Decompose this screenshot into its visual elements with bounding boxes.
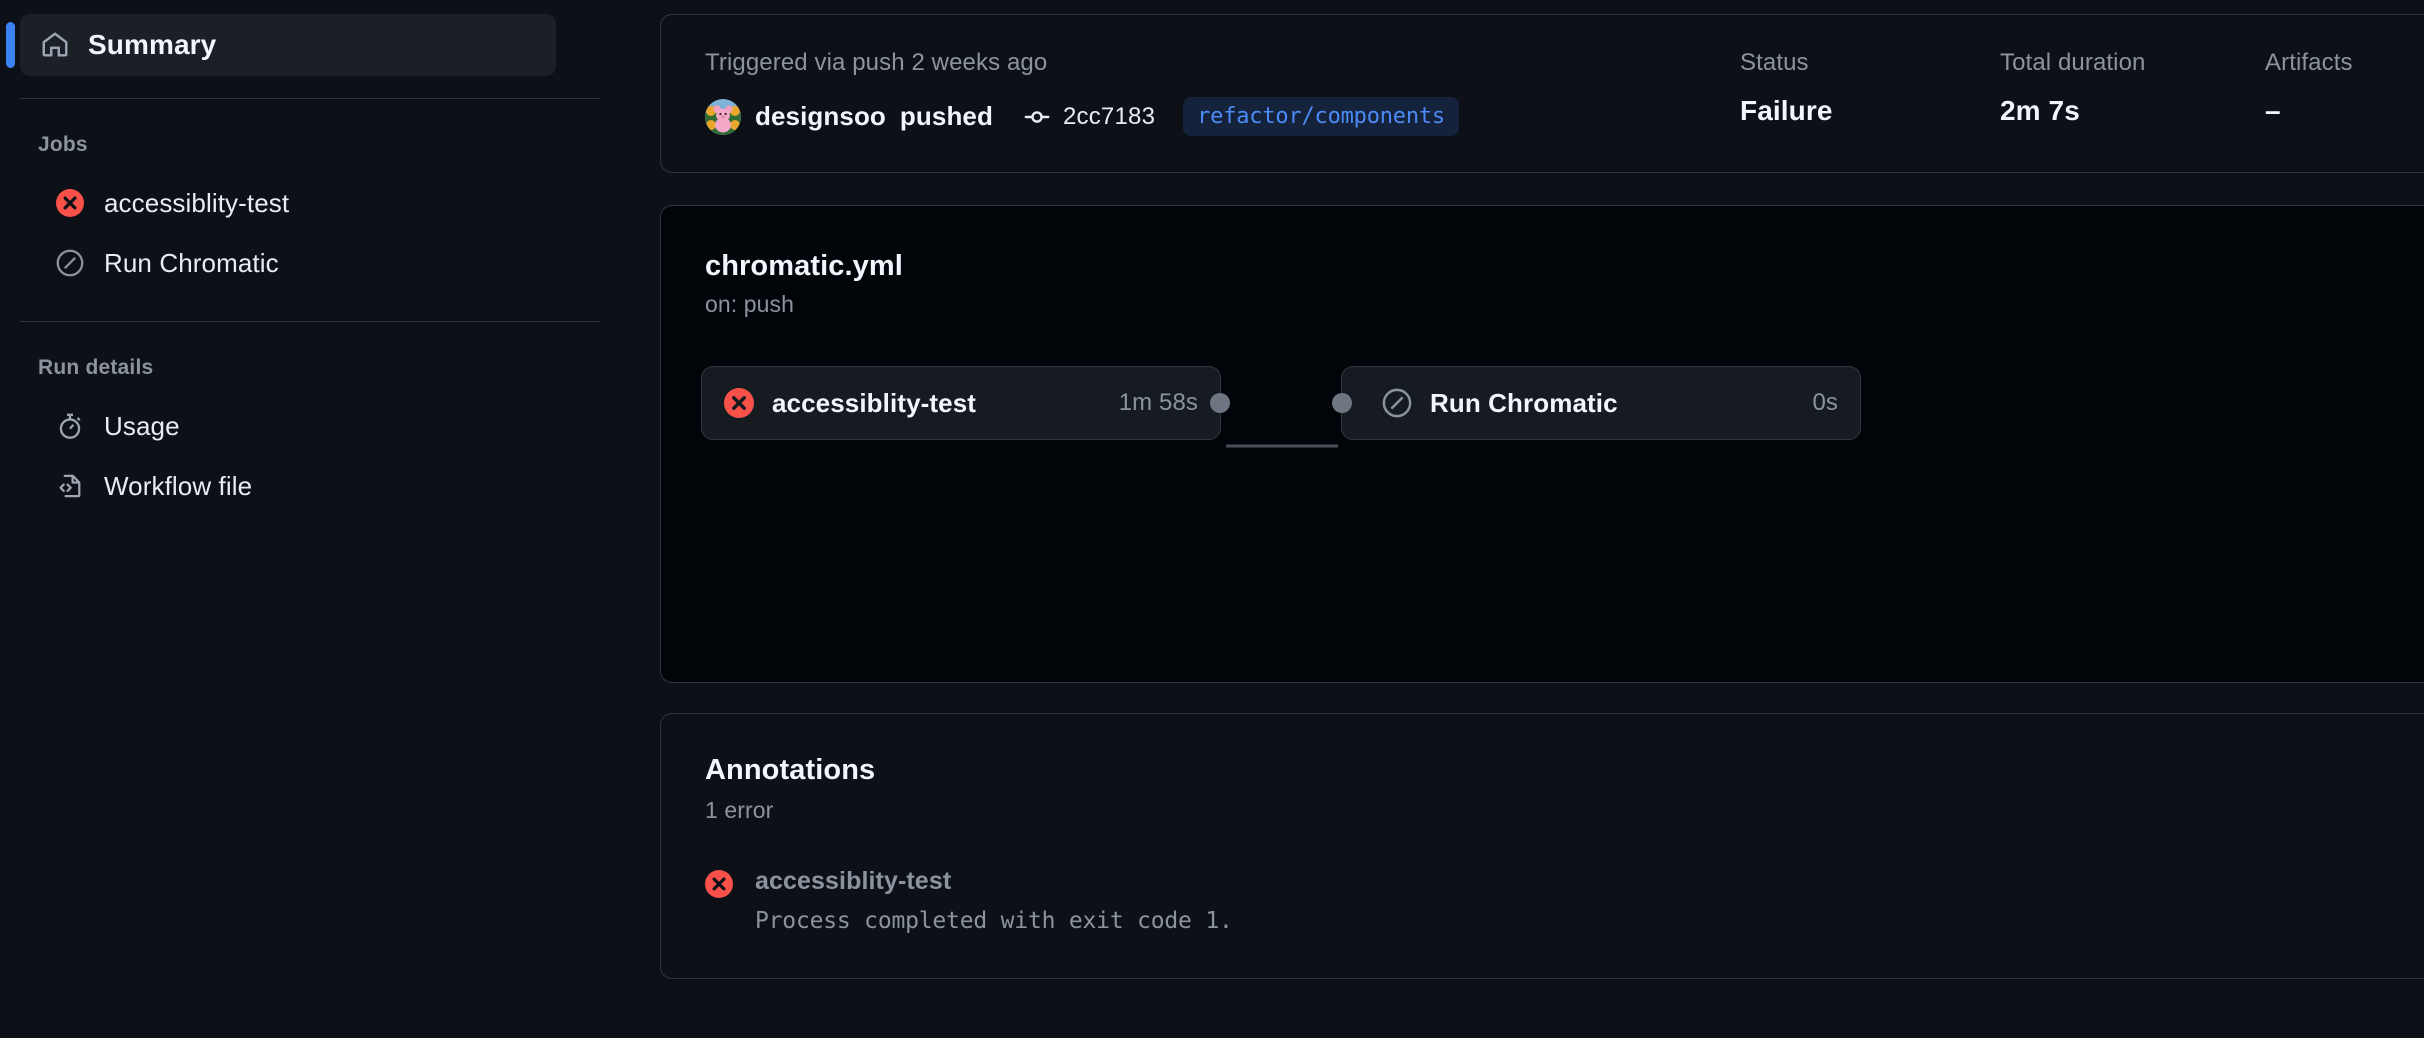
graph-node-input-port (1332, 393, 1352, 413)
graph-node-output-port (1210, 393, 1230, 413)
failure-icon (705, 870, 733, 898)
artifacts-stat: Artifacts – (2265, 49, 2424, 127)
sidebar-jobs-list: accessiblity-test Run Chromatic (0, 157, 620, 293)
sidebar-run-details-list: Usage Workflow file (0, 380, 620, 516)
graph-node-label: Run Chromatic (1430, 387, 1618, 418)
status-label: Status (1740, 49, 1809, 76)
main-content: Triggered via push 2 weeks ago designsoo… (620, 0, 2424, 1038)
commit-sha[interactable]: 2cc7183 (1063, 103, 1155, 131)
sidebar-item-label: accessiblity-test (104, 187, 290, 218)
graph-node-label: accessiblity-test (772, 387, 977, 418)
skipped-icon (1382, 388, 1412, 418)
actor-action: pushed (899, 101, 993, 131)
graph-node-duration: 0s (1812, 389, 1838, 416)
annotations-count: 1 error (705, 797, 774, 823)
graph-edge (1226, 444, 1338, 448)
sidebar-summary-wrap: Summary (0, 14, 620, 76)
sidebar-item-label: Workflow file (104, 470, 253, 501)
active-indicator-bar (6, 22, 15, 68)
duration-stat: Total duration 2m 7s (2000, 49, 2265, 127)
graph-node-accessiblity-test[interactable]: accessiblity-test 1m 58s (701, 366, 1230, 440)
trigger-info: Triggered via push 2 weeks ago designsoo… (705, 49, 1740, 136)
workflow-trigger-subtitle: on: push (705, 291, 795, 317)
trigger-text: Triggered via push 2 weeks ago (705, 49, 1048, 76)
git-commit-icon (1023, 103, 1051, 131)
annotation-body: accessiblity-test Process completed with… (755, 866, 1233, 934)
status-value: Failure (1740, 95, 1833, 126)
workflow-graph-card: chromatic.yml on: push accessiblity-test… (660, 205, 2424, 683)
artifacts-label: Artifacts (2265, 49, 2353, 76)
annotation-message: Process completed with exit code 1. (755, 908, 1233, 934)
artifacts-value: – (2265, 95, 2281, 126)
graph-node-run-chromatic[interactable]: Run Chromatic 0s (1332, 366, 1861, 440)
sidebar-item-summary[interactable]: Summary (20, 14, 556, 76)
annotations-title: Annotations (705, 754, 876, 786)
graph-node-duration: 1m 58s (1118, 389, 1198, 416)
sidebar-item-accessiblity-test[interactable]: accessiblity-test (20, 173, 600, 233)
workflow-run-page: Summary Jobs accessiblity-test Run Chrom… (0, 0, 2424, 1038)
annotations-card: Annotations 1 error accessiblity-test Pr… (660, 713, 2424, 979)
sidebar-item-usage[interactable]: Usage (20, 396, 600, 456)
annotation-job-name[interactable]: accessiblity-test (755, 867, 1233, 896)
run-header-card: Triggered via push 2 weeks ago designsoo… (660, 14, 2424, 173)
failure-icon (724, 388, 754, 418)
branch-badge[interactable]: refactor/components (1183, 97, 1459, 136)
sidebar-run-details-heading: Run details (38, 356, 154, 379)
sidebar-item-label: Run Chromatic (104, 247, 279, 278)
actor-row: designsoo pushed 2cc7183 refactor/compon… (705, 97, 1740, 136)
actor-name[interactable]: designsoo (755, 101, 886, 132)
sidebar-item-label: Usage (104, 410, 180, 441)
file-code-icon (56, 472, 84, 500)
annotation-item[interactable]: accessiblity-test Process completed with… (705, 866, 2424, 934)
home-icon (40, 30, 70, 60)
sidebar-item-run-chromatic[interactable]: Run Chromatic (20, 233, 600, 293)
avatar[interactable] (705, 98, 741, 135)
duration-label: Total duration (2000, 49, 2146, 76)
sidebar-item-label: Summary (88, 29, 217, 60)
stopwatch-icon (56, 412, 84, 440)
workflow-file-title: chromatic.yml (705, 250, 903, 282)
duration-value: 2m 7s (2000, 95, 2080, 126)
sidebar: Summary Jobs accessiblity-test Run Chrom… (0, 0, 620, 1038)
sidebar-item-workflow-file[interactable]: Workflow file (20, 456, 600, 516)
graph-canvas: accessiblity-test 1m 58s Run Chromatic 0… (661, 366, 2424, 526)
status-stat: Status Failure (1740, 49, 2000, 127)
skipped-icon (56, 249, 84, 277)
failure-icon (56, 189, 84, 217)
sidebar-jobs-heading: Jobs (38, 133, 88, 156)
commit-group[interactable]: 2cc7183 (1023, 103, 1155, 131)
